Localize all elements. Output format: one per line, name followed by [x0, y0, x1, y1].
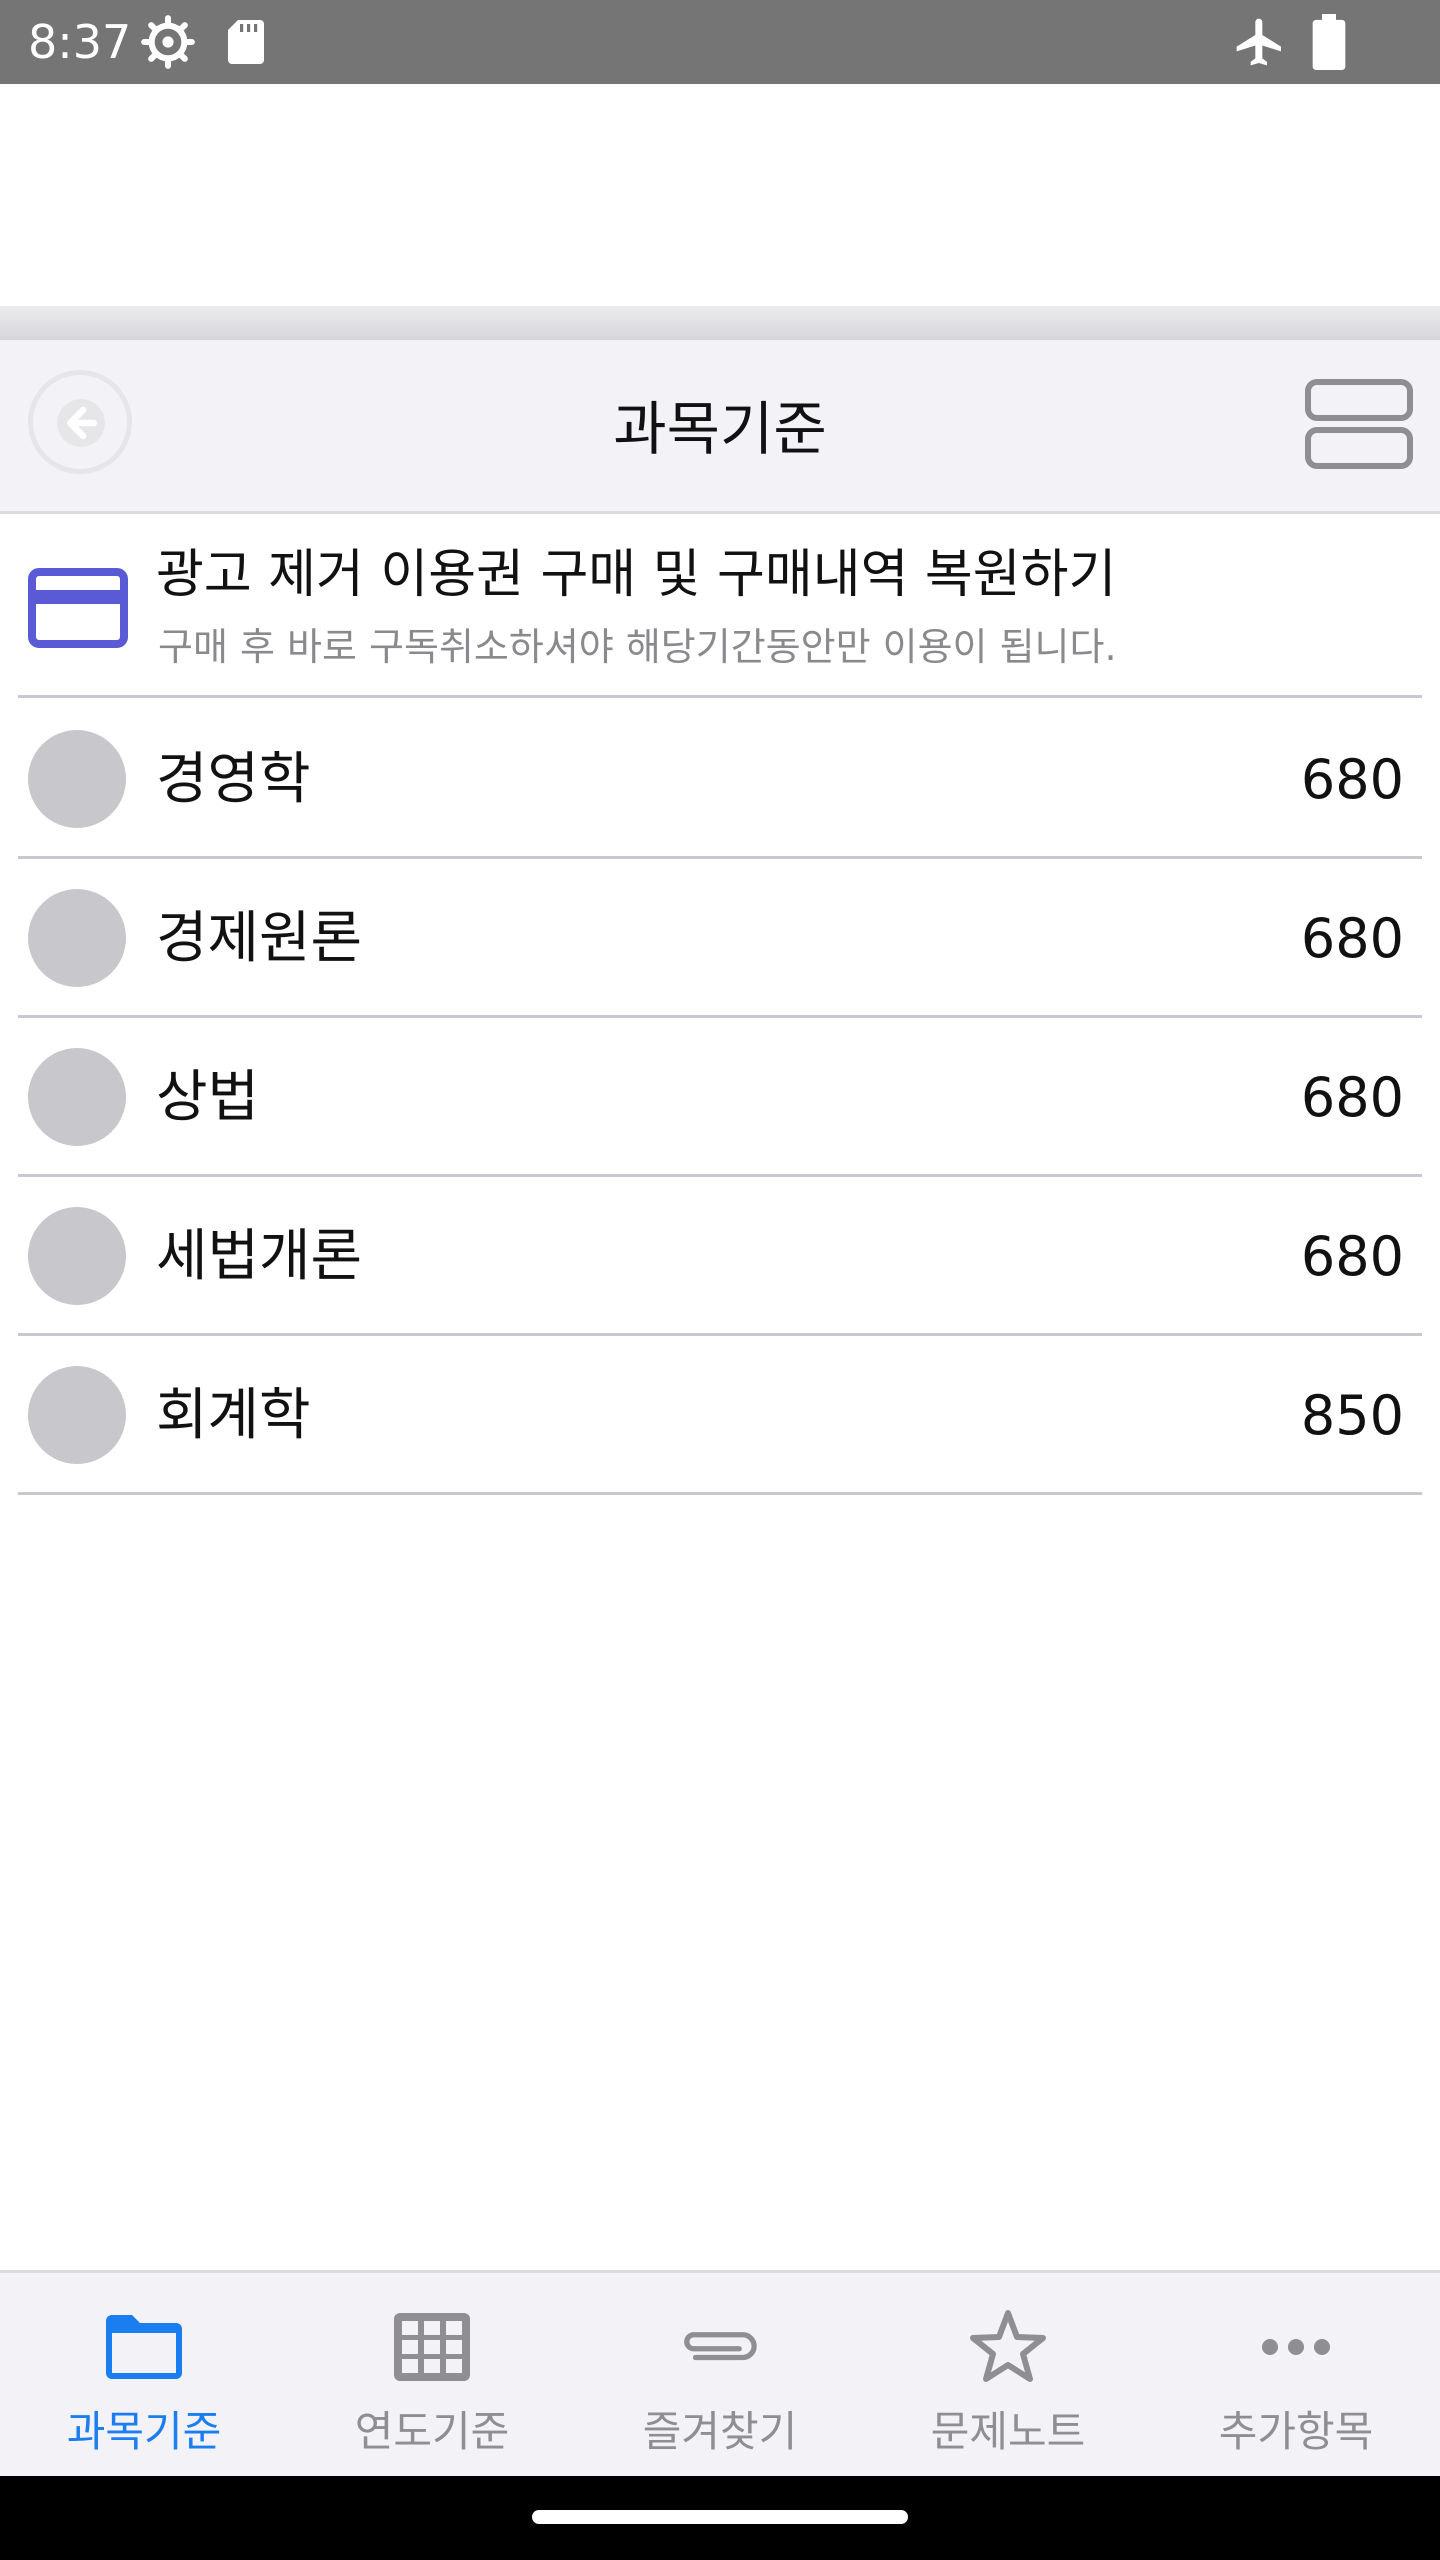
sd-card-icon: [228, 20, 264, 64]
remove-ads-item[interactable]: 광고 제거 이용권 구매 및 구매내역 복원하기 구매 후 바로 구독취소하셔야…: [18, 518, 1422, 698]
divider-band: [0, 306, 1440, 340]
subject-circle-icon: [28, 1207, 126, 1305]
tab-bar: 과목기준 연도기준 즐겨찾기 문제노트 추가항목: [0, 2270, 1440, 2476]
remove-ads-subtitle: 구매 후 바로 구독취소하셔야 해당기간동안만 이용이 됩니다.: [158, 625, 1117, 669]
folder-icon: [106, 2315, 182, 2379]
subject-count: 680: [1300, 907, 1404, 970]
subject-label: 경영학: [156, 747, 311, 812]
list-item-subject[interactable]: 상법 680: [18, 1018, 1422, 1177]
tab-more[interactable]: 추가항목: [1152, 2273, 1440, 2479]
subject-label: 경제원론: [156, 906, 363, 971]
credit-card-icon: [28, 568, 128, 648]
tab-label: 문제노트: [930, 2407, 1086, 2456]
tab-label: 추가항목: [1218, 2407, 1374, 2456]
navigation-bar: 과목기준: [0, 340, 1440, 514]
subject-circle-icon: [28, 1366, 126, 1464]
tab-favorites[interactable]: 즐겨찾기: [576, 2273, 864, 2479]
list-item-subject[interactable]: 회계학 850: [18, 1336, 1422, 1495]
paperclip-icon: [684, 2332, 757, 2361]
tab-subject[interactable]: 과목기준: [0, 2273, 288, 2479]
more-icon: [1262, 2339, 1330, 2355]
battery-icon: [1312, 14, 1346, 70]
subject-circle-icon: [28, 889, 126, 987]
tab-label: 과목기준: [66, 2407, 222, 2456]
tab-year[interactable]: 연도기준: [288, 2273, 576, 2479]
tab-notes[interactable]: 문제노트: [864, 2273, 1152, 2479]
system-navigation-bar: [0, 2476, 1440, 2560]
subject-count: 680: [1300, 1066, 1404, 1129]
list-item-subject[interactable]: 경제원론 680: [18, 859, 1422, 1018]
home-indicator[interactable]: [532, 2510, 908, 2524]
grid-icon: [394, 2313, 470, 2381]
status-bar: 8:37: [0, 0, 1440, 84]
settings-gear-icon: [141, 15, 195, 69]
subject-circle-icon: [28, 1048, 126, 1146]
list-item-subject[interactable]: 경영학 680: [18, 700, 1422, 859]
subject-count: 850: [1300, 1384, 1404, 1447]
ad-banner-area: [0, 84, 1440, 306]
tab-label: 즐겨찾기: [642, 2407, 798, 2456]
subject-count: 680: [1300, 1225, 1404, 1288]
airplane-mode-icon: [1236, 18, 1281, 66]
star-icon: [970, 2310, 1046, 2382]
remove-ads-title: 광고 제거 이용권 구매 및 구매내역 복원하기: [156, 545, 1117, 605]
tab-label: 연도기준: [354, 2407, 510, 2456]
page-title: 과목기준: [613, 395, 827, 463]
subject-circle-icon: [28, 730, 126, 828]
subject-count: 680: [1300, 748, 1404, 811]
subject-label: 상법: [156, 1065, 260, 1130]
list-item-subject[interactable]: 세법개론 680: [18, 1177, 1422, 1336]
layout-toggle-icon[interactable]: [1304, 378, 1414, 470]
subject-label: 회계학: [156, 1383, 311, 1448]
subject-label: 세법개론: [156, 1224, 363, 1289]
status-time: 8:37: [28, 15, 132, 69]
